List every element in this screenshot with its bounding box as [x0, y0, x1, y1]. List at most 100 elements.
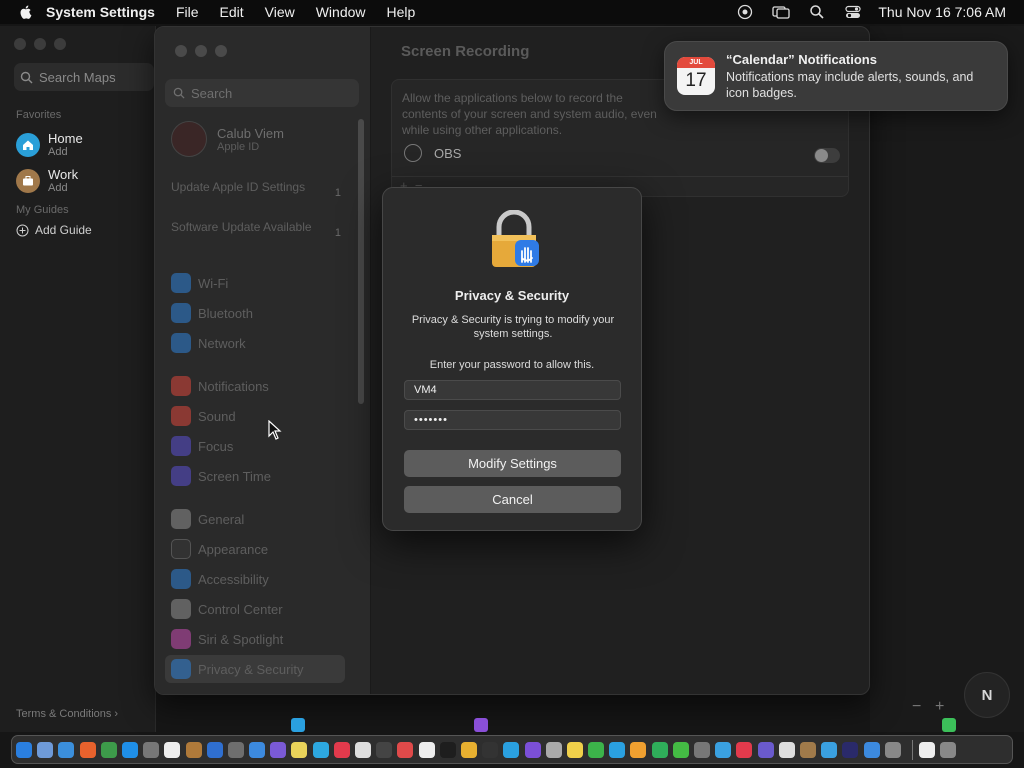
- sound-icon: [171, 406, 191, 426]
- dock-app-icon[interactable]: [249, 741, 266, 758]
- dock-app-icon[interactable]: [185, 741, 202, 758]
- terms-link[interactable]: Terms & Conditions ›: [16, 708, 118, 720]
- dock-app-icon[interactable]: [397, 741, 414, 758]
- apple-menu-icon[interactable]: [18, 4, 34, 20]
- dock-app-icon[interactable]: [121, 741, 138, 758]
- dock-app-icon[interactable]: [863, 741, 880, 758]
- dock-app-icon[interactable]: [736, 741, 753, 758]
- dock-app-icon[interactable]: [227, 741, 244, 758]
- dock-app-icon[interactable]: [482, 741, 499, 758]
- dock-app-icon[interactable]: [884, 741, 901, 758]
- modify-settings-button[interactable]: Modify Settings: [404, 450, 621, 477]
- update-apple-id-item[interactable]: Update Apple ID Settings 1: [171, 180, 341, 199]
- dock-app-icon[interactable]: [757, 741, 774, 758]
- obs-permission-toggle[interactable]: [814, 148, 840, 163]
- minimize-button[interactable]: [34, 38, 46, 50]
- dock-app-icon[interactable]: [566, 741, 583, 758]
- dock-app-icon[interactable]: [672, 741, 689, 758]
- dock-app-icon[interactable]: [143, 741, 160, 758]
- menu-file[interactable]: File: [176, 4, 199, 20]
- dock-app-icon[interactable]: [355, 741, 371, 758]
- zoom-button[interactable]: [215, 45, 227, 57]
- control-center-icon[interactable]: [844, 3, 862, 21]
- sidebar-item-bluetooth[interactable]: Bluetooth: [171, 303, 253, 323]
- password-field[interactable]: [404, 410, 621, 430]
- menu-edit[interactable]: Edit: [220, 4, 244, 20]
- dock-app-icon[interactable]: [439, 741, 456, 758]
- menu-help[interactable]: Help: [387, 4, 416, 20]
- dock-app-icon[interactable]: [37, 741, 54, 758]
- username-field[interactable]: [404, 380, 621, 400]
- cancel-button[interactable]: Cancel: [404, 486, 621, 513]
- software-update-item[interactable]: Software Update Available 1: [171, 220, 341, 239]
- dock-app-icon[interactable]: [270, 741, 287, 758]
- sidebar-item-general[interactable]: General: [171, 509, 244, 529]
- sidebar-item-label: Sound: [198, 408, 236, 424]
- sidebar-item-sound[interactable]: Sound: [171, 406, 236, 426]
- sidebar-item-label: Accessibility: [198, 571, 269, 587]
- dock-app-icon[interactable]: [503, 741, 520, 758]
- spotlight-icon[interactable]: [808, 3, 826, 21]
- menu-app-name[interactable]: System Settings: [46, 4, 155, 20]
- dock-app-icon[interactable]: [651, 741, 668, 758]
- sidebar-item-control-center[interactable]: Control Center: [171, 599, 283, 619]
- close-button[interactable]: [175, 45, 187, 57]
- zoom-out-button[interactable]: −: [912, 698, 921, 716]
- maps-search-field[interactable]: Search Maps: [14, 63, 154, 91]
- zoom-in-button[interactable]: +: [935, 698, 944, 716]
- compass-icon[interactable]: N: [964, 672, 1010, 718]
- dock-app-icon[interactable]: [545, 741, 562, 758]
- settings-search-field[interactable]: Search: [165, 79, 359, 107]
- dock-app-icon[interactable]: [16, 741, 32, 758]
- dock-app-icon[interactable]: [58, 741, 75, 758]
- dock-app-icon[interactable]: [842, 741, 859, 758]
- menu-view[interactable]: View: [265, 4, 295, 20]
- dock-app-icon[interactable]: [333, 741, 350, 758]
- menu-window[interactable]: Window: [316, 4, 366, 20]
- calendar-notification[interactable]: JUL 17 “Calendar” Notifications Notifica…: [664, 41, 1008, 111]
- add-guide-button[interactable]: Add Guide: [16, 223, 92, 237]
- sidebar-scrollbar[interactable]: [358, 119, 364, 404]
- zoom-button[interactable]: [54, 38, 66, 50]
- favorite-work[interactable]: Work Add: [16, 167, 78, 194]
- dock-app-icon[interactable]: [524, 741, 541, 758]
- apple-id-account[interactable]: Calub Viem Apple ID: [171, 121, 284, 157]
- sidebar-item-siri-spotlight[interactable]: Siri & Spotlight: [171, 629, 283, 649]
- dock-app-icon[interactable]: [206, 741, 223, 758]
- minimize-button[interactable]: [195, 45, 207, 57]
- dock-app-icon[interactable]: [291, 741, 308, 758]
- dock-app-icon[interactable]: [79, 741, 96, 758]
- dock-app-icon[interactable]: [460, 741, 477, 758]
- close-button[interactable]: [14, 38, 26, 50]
- sidebar-item-focus[interactable]: Focus: [171, 436, 233, 456]
- sidebar-item-screen-time[interactable]: Screen Time: [171, 466, 271, 486]
- dock-app-icon[interactable]: [715, 741, 732, 758]
- dock-app-icon[interactable]: [164, 741, 181, 758]
- dock-app-icon[interactable]: [312, 741, 329, 758]
- dock-app-icon[interactable]: [799, 741, 816, 758]
- sidebar-item-appearance[interactable]: Appearance: [171, 539, 268, 559]
- map-view[interactable]: [870, 26, 1024, 732]
- dock-app-icon[interactable]: [694, 741, 710, 758]
- dock-app-icon[interactable]: [100, 741, 117, 758]
- dock-app-icon[interactable]: [821, 741, 838, 758]
- dock-app-icon[interactable]: [588, 741, 605, 758]
- dock-app-icon[interactable]: [918, 741, 935, 758]
- menu-bar-clock[interactable]: Thu Nov 16 7:06 AM: [878, 4, 1006, 20]
- screen-recording-icon[interactable]: [736, 3, 754, 21]
- dock-app-icon[interactable]: [940, 741, 957, 758]
- dock-app-icon[interactable]: [778, 741, 795, 758]
- dock-app-icon[interactable]: [418, 741, 435, 758]
- avatar: [171, 121, 207, 157]
- sidebar-item-accessibility[interactable]: Accessibility: [171, 569, 269, 589]
- control-center-icon: [171, 599, 191, 619]
- dock-app-icon[interactable]: [630, 741, 647, 758]
- sidebar-item-wifi[interactable]: Wi-Fi: [171, 273, 228, 293]
- dock-app-icon[interactable]: [609, 741, 626, 758]
- sidebar-item-notifications[interactable]: Notifications: [171, 376, 269, 396]
- sidebar-item-privacy-security[interactable]: Privacy & Security: [165, 655, 345, 683]
- sidebar-item-network[interactable]: Network: [171, 333, 246, 353]
- favorite-home[interactable]: Home Add: [16, 131, 83, 158]
- screen-mirroring-icon[interactable]: [772, 3, 791, 21]
- dock-app-icon[interactable]: [376, 741, 393, 758]
